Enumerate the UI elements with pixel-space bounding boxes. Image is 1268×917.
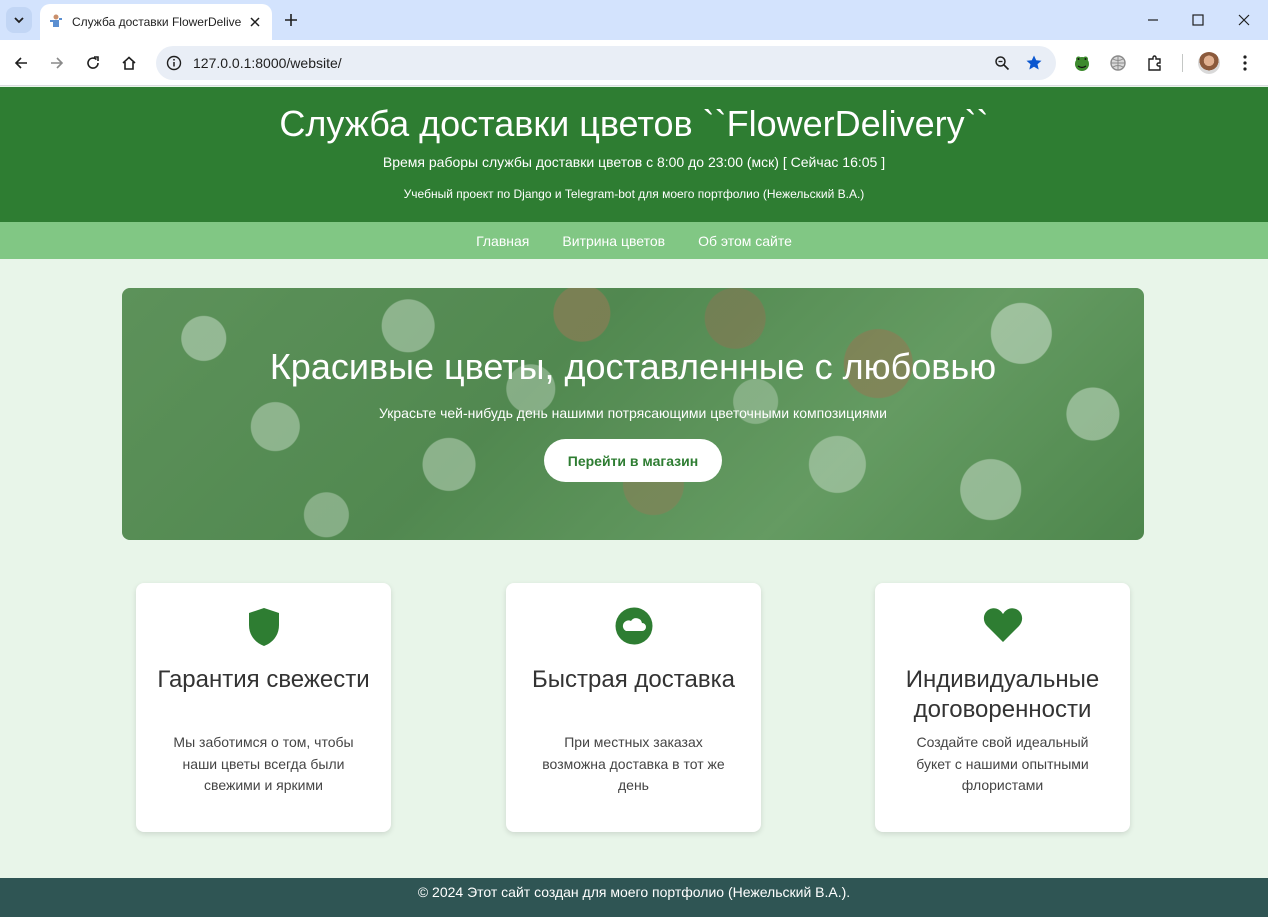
- profile-avatar[interactable]: [1198, 52, 1220, 74]
- cloud-icon: [506, 607, 761, 649]
- feature-title: Быстрая доставка: [532, 666, 735, 693]
- go-to-shop-button[interactable]: Перейти в магазин: [544, 439, 722, 482]
- site-title: Служба доставки цветов ``FlowerDelivery`…: [279, 103, 989, 144]
- nav-home-link[interactable]: Главная: [476, 233, 529, 249]
- address-bar[interactable]: 127.0.0.1:8000/website/: [156, 46, 1056, 80]
- browser-toolbar: 127.0.0.1:8000/website/: [0, 40, 1268, 86]
- nav-about-link[interactable]: Об этом сайте: [698, 233, 792, 249]
- feature-title: Индивидуальные договоренности: [905, 666, 1100, 723]
- project-note: Учебный проект по Django и Telegram-bot …: [403, 187, 865, 201]
- nav-catalog-link[interactable]: Витрина цветов: [562, 233, 665, 249]
- browser-tab[interactable]: Служба доставки FlowerDelivery: [40, 4, 272, 40]
- maximize-icon[interactable]: [1186, 8, 1210, 32]
- hero-title: Красивые цветы, доставленные с любовью: [269, 346, 997, 387]
- close-tab-icon[interactable]: [246, 13, 264, 31]
- shield-icon: [136, 607, 391, 649]
- feature-title: Гарантия свежести: [157, 666, 370, 693]
- site-header: Служба доставки цветов ``FlowerDelivery`…: [0, 87, 1268, 222]
- extension-frog-icon[interactable]: [1071, 52, 1093, 74]
- chevron-down-icon: [14, 17, 24, 24]
- tab-title: Служба доставки FlowerDelivery: [72, 15, 242, 29]
- site-favicon-icon: [48, 14, 64, 30]
- extension-globe-icon[interactable]: [1107, 52, 1129, 74]
- new-tab-plus-icon[interactable]: [280, 9, 302, 31]
- browser-tabstrip: Служба доставки FlowerDelivery: [0, 0, 1268, 40]
- site-footer: © 2024 Этот сайт создан для моего портфо…: [0, 878, 1268, 917]
- feature-card-custom: Индивидуальные договоренности Создайте с…: [875, 583, 1130, 832]
- extensions-puzzle-icon[interactable]: [1144, 52, 1166, 74]
- minimize-icon[interactable]: [1141, 8, 1165, 32]
- heart-icon: [875, 607, 1130, 649]
- toolbar-divider: [1182, 54, 1183, 72]
- feature-card-freshness: Гарантия свежести Мы заботимся о том, чт…: [136, 583, 391, 832]
- feature-card-delivery: Быстрая доставка При местных заказах воз…: [506, 583, 761, 832]
- main-nav: Главная Витрина цветов Об этом сайте: [0, 222, 1268, 259]
- footer-text: © 2024 Этот сайт создан для моего портфо…: [417, 884, 851, 900]
- url-text[interactable]: 127.0.0.1:8000/website/: [193, 55, 342, 71]
- hero-banner: Красивые цветы, доставленные с любовью У…: [122, 288, 1144, 540]
- home-icon[interactable]: [117, 51, 141, 75]
- hero-subtitle: Украсьте чей-нибудь день нашими потрясаю…: [378, 405, 887, 421]
- bookmark-star-icon[interactable]: [1024, 53, 1044, 73]
- zoom-icon[interactable]: [992, 53, 1012, 73]
- reload-icon[interactable]: [81, 51, 105, 75]
- feature-text: При местных заказах возможна доставка в …: [542, 734, 725, 793]
- site-info-icon[interactable]: [164, 53, 184, 73]
- tab-search-button[interactable]: [6, 7, 32, 33]
- feature-text: Создайте свой идеальный букет с нашими о…: [916, 734, 1089, 793]
- back-arrow-icon[interactable]: [9, 51, 33, 75]
- kebab-menu-icon[interactable]: [1234, 52, 1256, 74]
- forward-arrow-icon[interactable]: [45, 51, 69, 75]
- window-close-icon[interactable]: [1232, 8, 1256, 32]
- working-hours-text: Время раборы службы доставки цветов с 8:…: [382, 154, 886, 170]
- feature-text: Мы заботимся о том, чтобы наши цветы все…: [173, 734, 354, 793]
